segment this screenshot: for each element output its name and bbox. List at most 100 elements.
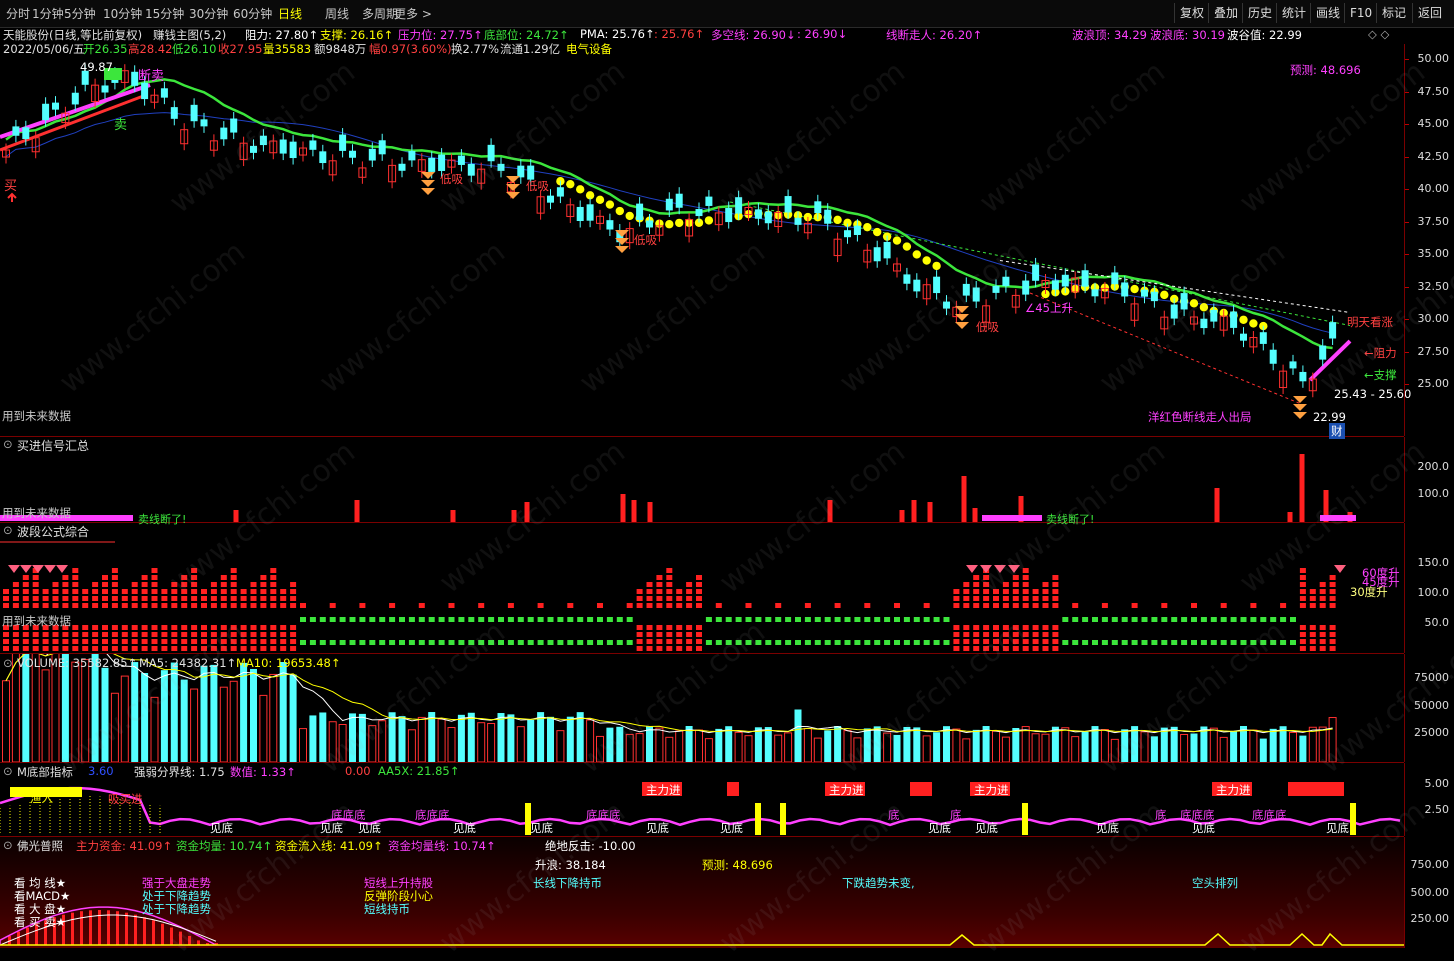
wave-block: [1329, 582, 1336, 587]
price-axis-label: 50.00: [1417, 52, 1450, 65]
wave-formula-pane[interactable]: ⊙ 波段公式综合 用到未来数据 60度升 45度升 30度升: [0, 523, 1404, 654]
toolbar-button[interactable]: 叠加: [1208, 3, 1243, 23]
pane-toggle-icon[interactable]: ⊙: [3, 764, 13, 778]
diamond-marker: [955, 306, 969, 313]
high-price-label: 49.87: [80, 60, 113, 74]
period-tab[interactable]: 30分钟: [189, 5, 228, 22]
wave-green-dot: [399, 640, 405, 645]
wave-block: [161, 632, 168, 637]
volume-ma5: MA5: 24382.31↑: [139, 656, 237, 670]
header-icons[interactable]: ◇ ◇: [1368, 27, 1389, 41]
volume-bar: [764, 727, 772, 762]
wave-green-dot: [389, 640, 396, 645]
wave-block: [92, 596, 99, 601]
volume-bar: [22, 654, 30, 762]
period-tab[interactable]: 多周期: [362, 5, 398, 22]
wave-block: [1319, 646, 1326, 651]
wave-green-dot: [844, 617, 851, 622]
price-chart-pane[interactable]: 49.87 断卖 卖 买 低吸 低吸 低吸 低吸 ∠45上升 预测: 48.69…: [0, 44, 1411, 439]
pane-toggle-icon[interactable]: ⊙: [3, 656, 13, 670]
sell-marker: 卖: [114, 118, 128, 133]
period-tab[interactable]: 10分钟: [103, 5, 142, 22]
toolbar-button[interactable]: 复权: [1174, 3, 1209, 23]
period-tab[interactable]: 5分钟: [64, 5, 96, 22]
m-bottom-pane[interactable]: ⊙ M底部指标 3.60 强弱分界线: 1.75 数值: 1.33↑ 0.00 …: [0, 763, 1404, 837]
volume-pane[interactable]: ⊙ VOLUME: 35582.85↑ MA5: 24382.31↑ MA10:…: [0, 654, 1404, 763]
wave-block: [181, 596, 188, 601]
period-tab[interactable]: 60分钟: [233, 5, 272, 22]
period-tab[interactable]: 分时: [6, 5, 30, 22]
period-tab[interactable]: 更多 >: [394, 5, 432, 22]
wave-formula-chart[interactable]: [0, 523, 1404, 653]
pane-toggle-icon[interactable]: ⊙: [3, 838, 13, 852]
volume-title: VOLUME: 35582.85↑: [17, 656, 138, 670]
axis-tick: [1405, 319, 1409, 320]
period-tab[interactable]: 15分钟: [145, 5, 184, 22]
toolbar-button[interactable]: 返回: [1412, 3, 1447, 23]
buy-signal-bar: [961, 476, 967, 522]
candle-body: [844, 230, 851, 238]
wave-block: [696, 632, 702, 637]
buy-signal-chart[interactable]: [0, 437, 1404, 522]
wave-green-dot: [1280, 617, 1287, 622]
wave-block: [191, 596, 198, 601]
volume-bar: [388, 712, 396, 762]
wave-pane-title: 波段公式综合: [17, 525, 90, 539]
wave-green-dot: [1260, 617, 1267, 622]
foguang-pane[interactable]: ⊙ 佛光普照 主力资金: 41.09↑ 资金均量: 10.74↑ 资金流入线: …: [0, 837, 1404, 948]
m-axis-label: 5.00: [1424, 777, 1450, 790]
volume-bar: [863, 728, 871, 762]
candlestick-chart[interactable]: [0, 44, 1404, 436]
yellow-dot: [566, 179, 575, 189]
wave-block: [191, 632, 198, 637]
wave-block: [1012, 639, 1019, 644]
wave-block: [696, 625, 702, 630]
toolbar-button[interactable]: F10: [1344, 3, 1377, 23]
toolbar-button[interactable]: 标记: [1376, 3, 1411, 23]
wave-block: [161, 596, 168, 601]
candle-body: [1230, 311, 1238, 328]
pane-toggle-icon[interactable]: ⊙: [3, 523, 13, 537]
period-tab[interactable]: 日线: [278, 5, 302, 22]
volume-axis-label: 75000: [1414, 671, 1449, 684]
wave-block: [676, 589, 683, 594]
wave-block: [1022, 568, 1029, 573]
wave-block: [82, 639, 89, 644]
wave-green-dot: [1230, 640, 1237, 645]
volume-bar: [1180, 733, 1189, 762]
wave-green-dot: [458, 640, 465, 645]
wave-block: [656, 625, 663, 630]
candle-body: [259, 135, 267, 146]
toolbar-button[interactable]: 统计: [1276, 3, 1311, 23]
volume-bar: [338, 724, 347, 762]
wave-block: [230, 589, 237, 594]
candle-body: [814, 201, 822, 214]
wave-block: [983, 625, 990, 630]
buy-signal-pane[interactable]: ⊙ 买进信号汇总 用到未来数据 卖线断了! 卖线断了!: [0, 437, 1404, 526]
fuyu-label: 渔入: [30, 791, 53, 805]
wave-block: [1002, 582, 1009, 587]
wave-block: [656, 632, 663, 637]
period-tab[interactable]: 1分钟: [32, 5, 64, 22]
period-tab[interactable]: 周线: [325, 5, 349, 22]
yellow-dot: [873, 227, 882, 237]
wave-green-dot: [1260, 640, 1267, 645]
wave-block: [1022, 632, 1029, 637]
toolbar-button[interactable]: 历史: [1242, 3, 1277, 23]
pane-toggle-icon[interactable]: ⊙: [3, 437, 13, 451]
axis-tick: [1405, 221, 1409, 223]
volume-bar: [655, 727, 664, 762]
wave-green-dot: [1131, 640, 1138, 645]
volume-bar: [992, 730, 1000, 762]
volume-chart[interactable]: [0, 654, 1404, 762]
wave-block: [1002, 589, 1009, 594]
wave-green-dot: [1171, 617, 1178, 622]
wave-green-dot: [309, 617, 316, 622]
volume-bar: [547, 716, 554, 762]
wave-block: [201, 646, 207, 651]
wave-block: [1319, 632, 1326, 637]
toolbar-button[interactable]: 画线: [1310, 3, 1345, 23]
wave-block: [260, 575, 267, 580]
wave-axis-label: 50.0: [1424, 616, 1450, 629]
wave-block: [12, 582, 19, 587]
